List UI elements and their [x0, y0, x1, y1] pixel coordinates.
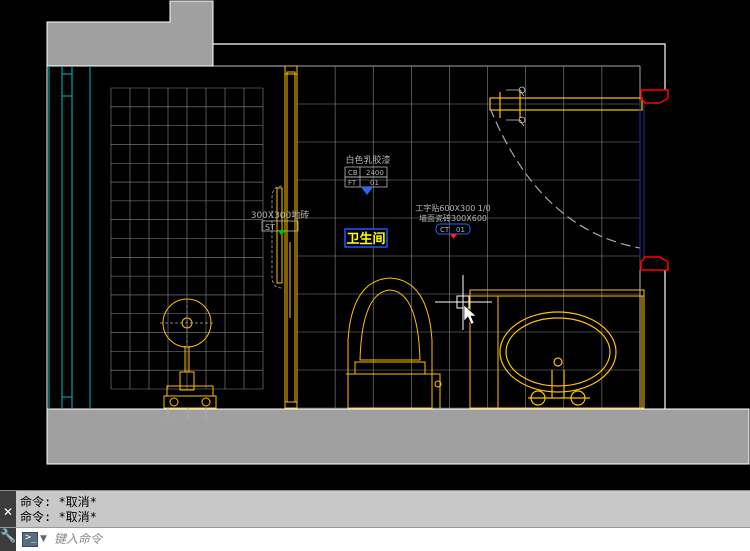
paint-note-tag2: FT [348, 179, 357, 187]
shower-fixture [160, 298, 217, 420]
toilet [346, 277, 442, 409]
wrench-icon[interactable]: 🔧 [0, 530, 16, 544]
drawing-canvas[interactable]: 300X300地砖 ST 白色乳胶漆 CB 2400 FT 01 工字贴600X… [0, 0, 750, 490]
tile-note-right-line1: 工字贴600X300 1/0 [415, 203, 490, 213]
command-history-line-1: 命令: *取消* [20, 495, 97, 509]
tile-note-left[interactable]: 300X300地砖 ST [251, 209, 310, 236]
command-prompt-icon[interactable]: >_ [22, 532, 38, 547]
room-label[interactable]: 卫生间 [344, 228, 388, 248]
tile-note-right-val: 01 [456, 226, 465, 234]
vanity-cabinet [469, 289, 645, 409]
left-tile-grid [110, 87, 264, 390]
window-marker-bottom [640, 256, 669, 271]
chevron-down-icon[interactable]: ▼ [40, 534, 47, 544]
command-sidebar: ✕ [0, 491, 16, 528]
tile-note-right-line2: 墙面瓷砖300X600 [419, 213, 487, 223]
shower-rail [489, 92, 643, 118]
elevation-drawing[interactable]: 300X300地砖 ST 白色乳胶漆 CB 2400 FT 01 工字贴600X… [0, 0, 750, 490]
tile-note-left-marker [278, 230, 285, 236]
close-icon[interactable]: ✕ [0, 505, 16, 519]
crosshair-cursor [435, 275, 492, 330]
paint-note-text: 白色乳胶漆 [345, 154, 390, 166]
floor-slab [46, 408, 750, 465]
command-input-row: 🔧 >_ ▼ [0, 527, 750, 551]
paint-note[interactable]: 白色乳胶漆 CB 2400 FT 01 [344, 154, 391, 195]
tile-note-right-marker [450, 234, 457, 239]
paint-note-val1: 2400 [366, 169, 384, 177]
washbasin [499, 311, 617, 406]
command-input[interactable] [54, 530, 734, 548]
ceiling-line [213, 43, 666, 90]
paint-note-val2: 01 [370, 179, 379, 187]
top-wall-block [46, 0, 214, 67]
tile-note-left-text: 300X300地砖 [251, 209, 310, 221]
glass-partition [48, 66, 91, 409]
door-frame [276, 65, 298, 409]
command-history-panel: ✕ 命令: *取消* 命令: *取消* [0, 490, 750, 528]
room-label-text: 卫生间 [346, 231, 385, 247]
door-swing-arc [489, 107, 641, 249]
command-sidebar-lower: 🔧 [0, 528, 16, 551]
paint-note-marker [361, 187, 373, 195]
tile-note-right-tag: CT [440, 226, 450, 234]
tile-note-right[interactable]: 工字贴600X300 1/0 墙面瓷砖300X600 CT 01 [415, 203, 491, 239]
paint-note-tag1: CB [348, 169, 358, 177]
command-history-line-2: 命令: *取消* [20, 510, 97, 524]
window-marker-top [640, 89, 669, 104]
tile-note-left-tag: ST [265, 223, 275, 232]
rail-brackets [506, 86, 526, 127]
